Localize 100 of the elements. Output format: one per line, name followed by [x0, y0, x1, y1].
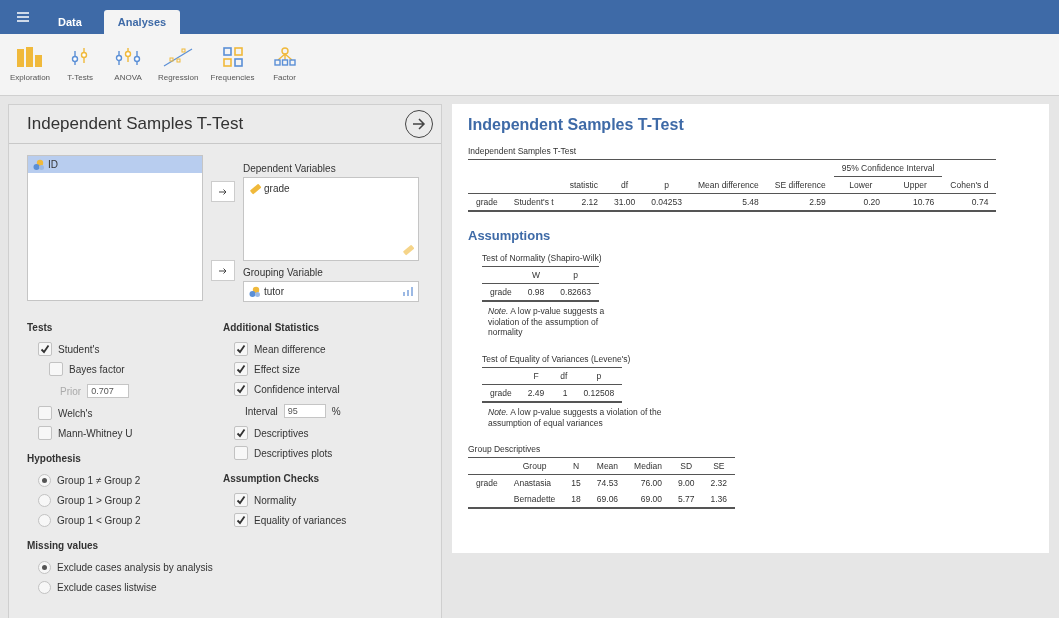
radio-label: Group 1 > Group 2	[57, 494, 141, 506]
table-cell: 18	[563, 491, 589, 509]
ribbon-button[interactable]: ANOVA	[104, 47, 153, 82]
table-cell: 2.32	[702, 474, 736, 492]
table-cell: 0.82663	[552, 283, 600, 301]
column-header: statistic	[561, 176, 606, 194]
table-cell: 69.06	[588, 491, 627, 509]
table-cell: 2.59	[766, 193, 834, 211]
menu-icon	[17, 12, 29, 22]
table-cell: 15	[563, 474, 589, 492]
variable-item[interactable]: tutor	[244, 283, 418, 300]
bars-icon	[403, 287, 413, 296]
grid-icon	[222, 47, 243, 67]
tab[interactable]: Analyses	[103, 10, 181, 34]
section-heading: Assumptions	[468, 228, 551, 243]
column-header: Lower	[833, 176, 889, 194]
move-button[interactable]	[211, 181, 235, 202]
checkbox[interactable]	[234, 513, 248, 527]
checkbox[interactable]	[234, 493, 248, 507]
variable-drop-box[interactable]: grade	[243, 177, 419, 261]
radio-button[interactable]	[38, 560, 51, 574]
checkbox[interactable]	[234, 426, 248, 440]
network-icon	[273, 47, 296, 67]
column-header: W	[519, 266, 553, 284]
checkbox-label: Bayes factor	[69, 363, 125, 375]
column-header: p	[552, 266, 600, 284]
variable-item[interactable]: grade	[244, 180, 418, 197]
checkbox-label: Equality of variances	[254, 514, 347, 526]
radio-label: Exclude cases listwise	[57, 581, 157, 593]
arrow-icon	[219, 267, 227, 274]
column-header: Cohen's d	[942, 176, 997, 194]
boxplot-icon	[115, 47, 142, 67]
checkbox-label: Effect size	[254, 363, 300, 375]
table-cell: 0.04253	[643, 193, 690, 211]
ribbon-button[interactable]: T-Tests	[56, 47, 105, 82]
table-cell: 10.76	[888, 193, 943, 211]
column-header: N	[563, 457, 589, 475]
column-header: SE	[702, 457, 736, 475]
move-button[interactable]	[211, 260, 235, 281]
checkbox-label: Mann-Whitney U	[58, 427, 133, 439]
checkbox-label: Descriptives	[254, 427, 309, 439]
table-cell: Anastasia	[505, 474, 564, 492]
table-note: Note. A low p-value suggests a violation of the assumption of equal variances	[487, 406, 663, 429]
field-label: Prior	[60, 385, 82, 397]
panel-title: Independent Samples T-Test	[27, 114, 244, 134]
column-header: df	[552, 367, 576, 385]
section-title: Hypothesis	[27, 453, 82, 464]
column-header: SE difference	[766, 176, 834, 194]
column-header: Upper	[888, 176, 943, 194]
checkbox-label: Welch's	[58, 407, 93, 419]
section-title: Tests	[27, 322, 54, 333]
table-cell: grade	[468, 474, 506, 492]
checkbox[interactable]	[234, 342, 248, 356]
column-header: Mean difference	[690, 176, 767, 194]
ribbon-button[interactable]: Regression	[152, 47, 205, 82]
checkbox[interactable]	[234, 362, 248, 376]
field-label: Interval	[245, 405, 278, 417]
table-cell: 2.49	[519, 384, 553, 402]
arrow-icon	[412, 118, 426, 130]
checkbox[interactable]	[38, 406, 52, 420]
table-cell: 1	[552, 384, 576, 402]
checkbox-label: Mean difference	[254, 343, 326, 355]
checkbox[interactable]	[38, 426, 52, 440]
ribbon-button[interactable]: Frequencies	[204, 47, 261, 82]
unit-label: %	[331, 405, 341, 417]
radio-button[interactable]	[38, 473, 51, 487]
ribbon-button[interactable]: Factor	[260, 47, 309, 82]
table-cell: 1.36	[702, 491, 736, 509]
variable-item[interactable]: ID	[28, 156, 202, 173]
table-cell: 0.20	[833, 193, 889, 211]
input-field[interactable]: 95	[283, 404, 326, 418]
scatter-line-icon	[163, 47, 194, 67]
column-header: Group	[505, 457, 564, 475]
table-cell: 0.98	[519, 283, 553, 301]
table-cell: grade	[482, 384, 520, 402]
ribbon-button[interactable]: Exploration	[4, 47, 57, 82]
table-title: Test of Equality of Variances (Levene's)	[482, 353, 632, 364]
radio-button[interactable]	[38, 493, 51, 507]
table-cell: 74.53	[588, 474, 627, 492]
table-cell: grade	[482, 283, 520, 301]
table-cell: 69.00	[626, 491, 670, 509]
checkbox[interactable]	[234, 446, 248, 460]
checkbox[interactable]	[234, 382, 248, 396]
table-cell: 76.00	[626, 474, 670, 492]
table-cell: 2.12	[561, 193, 606, 211]
table-cell: 5.48	[690, 193, 767, 211]
arrow-icon	[219, 188, 227, 195]
radio-button[interactable]	[38, 513, 51, 527]
box-label: Grouping Variable	[243, 267, 324, 280]
column-group-header: 95% Confidence Interval	[833, 159, 943, 177]
table-cell: Bernadette	[505, 491, 564, 509]
ruler-icon	[249, 182, 261, 195]
section-title: Additional Statistics	[223, 322, 321, 333]
table-cell: 9.00	[670, 474, 703, 492]
table-cell: 31.00	[606, 193, 644, 211]
ruler-icon	[402, 244, 414, 256]
checkbox[interactable]	[49, 362, 63, 376]
radio-button[interactable]	[38, 580, 51, 594]
tab[interactable]: Data	[44, 10, 96, 34]
checkbox[interactable]	[38, 342, 52, 356]
